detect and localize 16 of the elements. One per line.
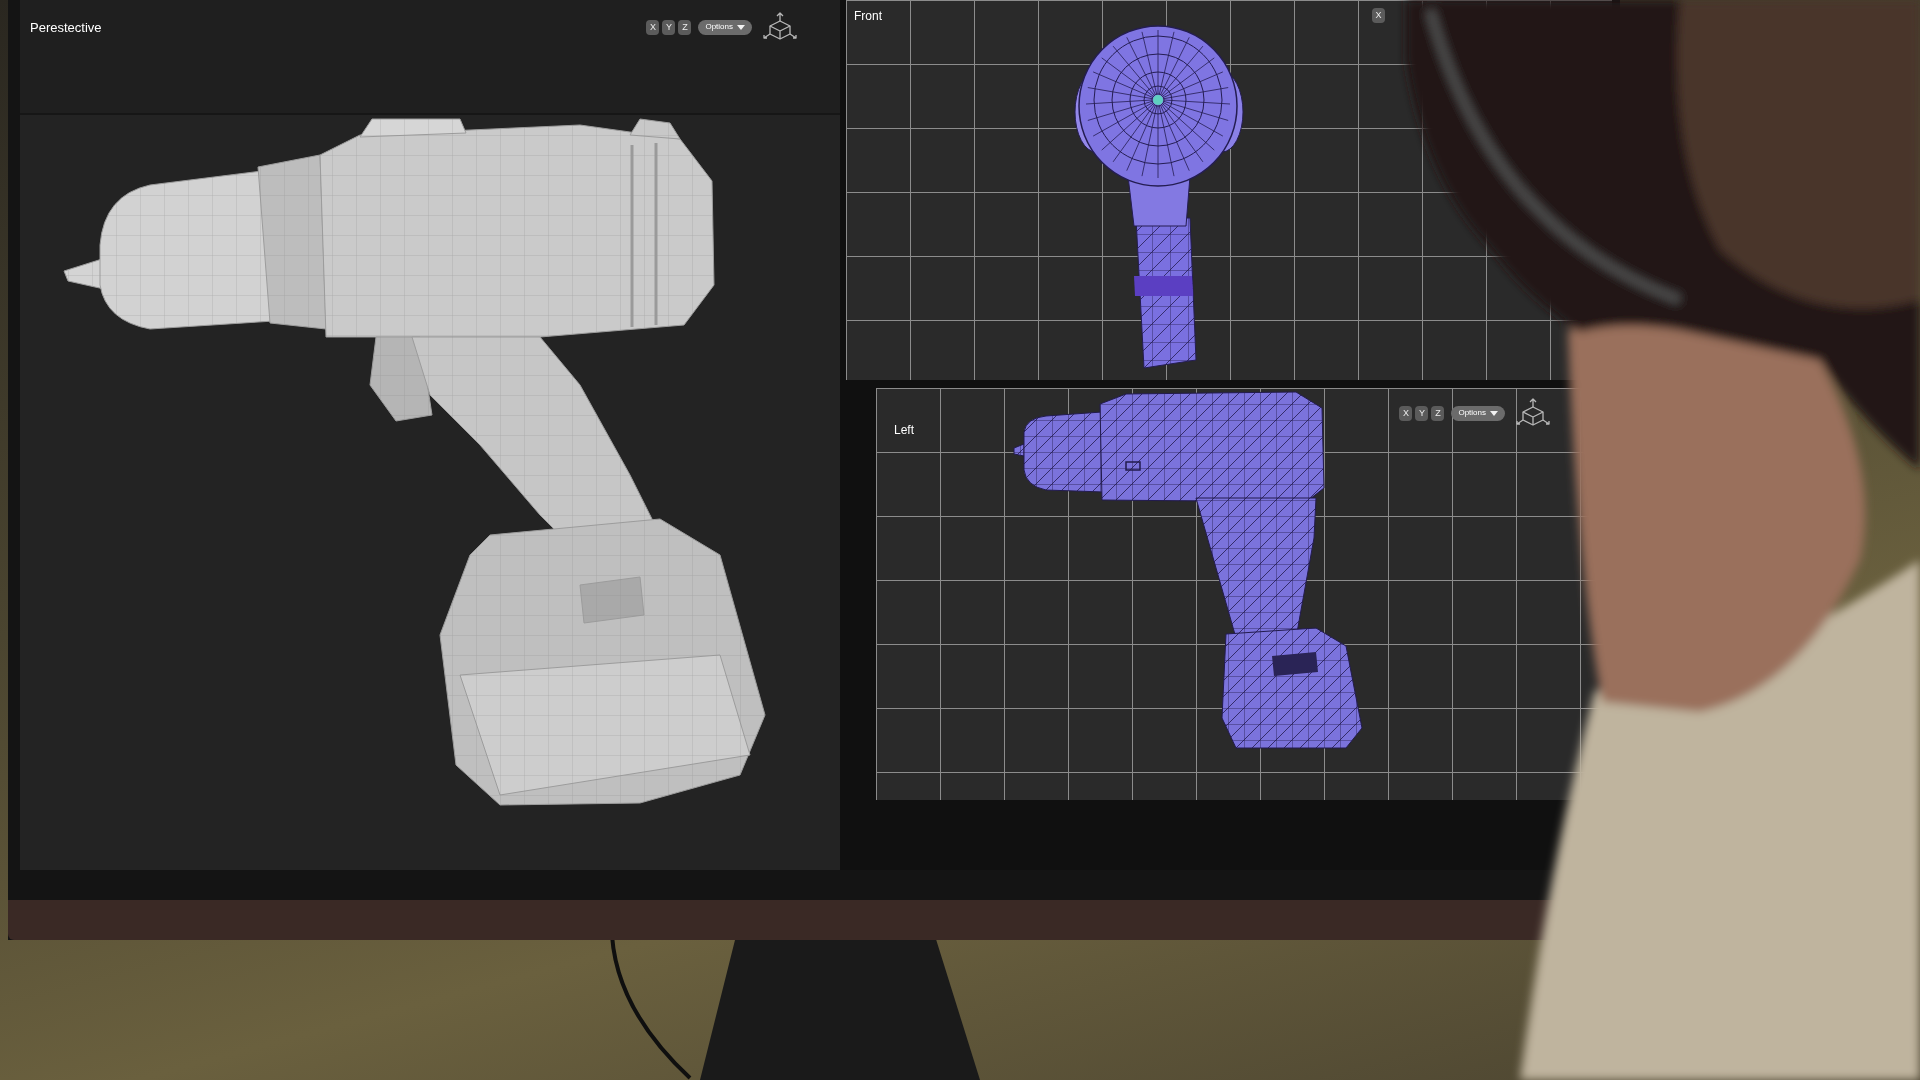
options-dropdown[interactable]: Options <box>1451 405 1505 421</box>
axis-button[interactable]: Y <box>1415 405 1429 421</box>
axis-button[interactable]: X <box>646 19 660 35</box>
axis-button[interactable]: Z <box>678 19 692 35</box>
axis-button[interactable]: X <box>1372 8 1385 23</box>
axis-cube-icon[interactable] <box>1516 398 1550 428</box>
caret-icon <box>1490 410 1498 416</box>
axis-button[interactable]: Z <box>1431 405 1445 421</box>
options-dropdown[interactable]: Options <box>698 19 752 35</box>
axis-button[interactable]: X <box>1399 405 1413 421</box>
viewport-title: Perestective <box>30 20 102 34</box>
viewport-title: Left <box>894 424 914 436</box>
axis-button[interactable]: Y <box>662 19 676 35</box>
axis-cube-icon[interactable] <box>763 12 797 42</box>
caret-icon <box>737 24 745 30</box>
viewport-title: Front <box>854 9 882 22</box>
